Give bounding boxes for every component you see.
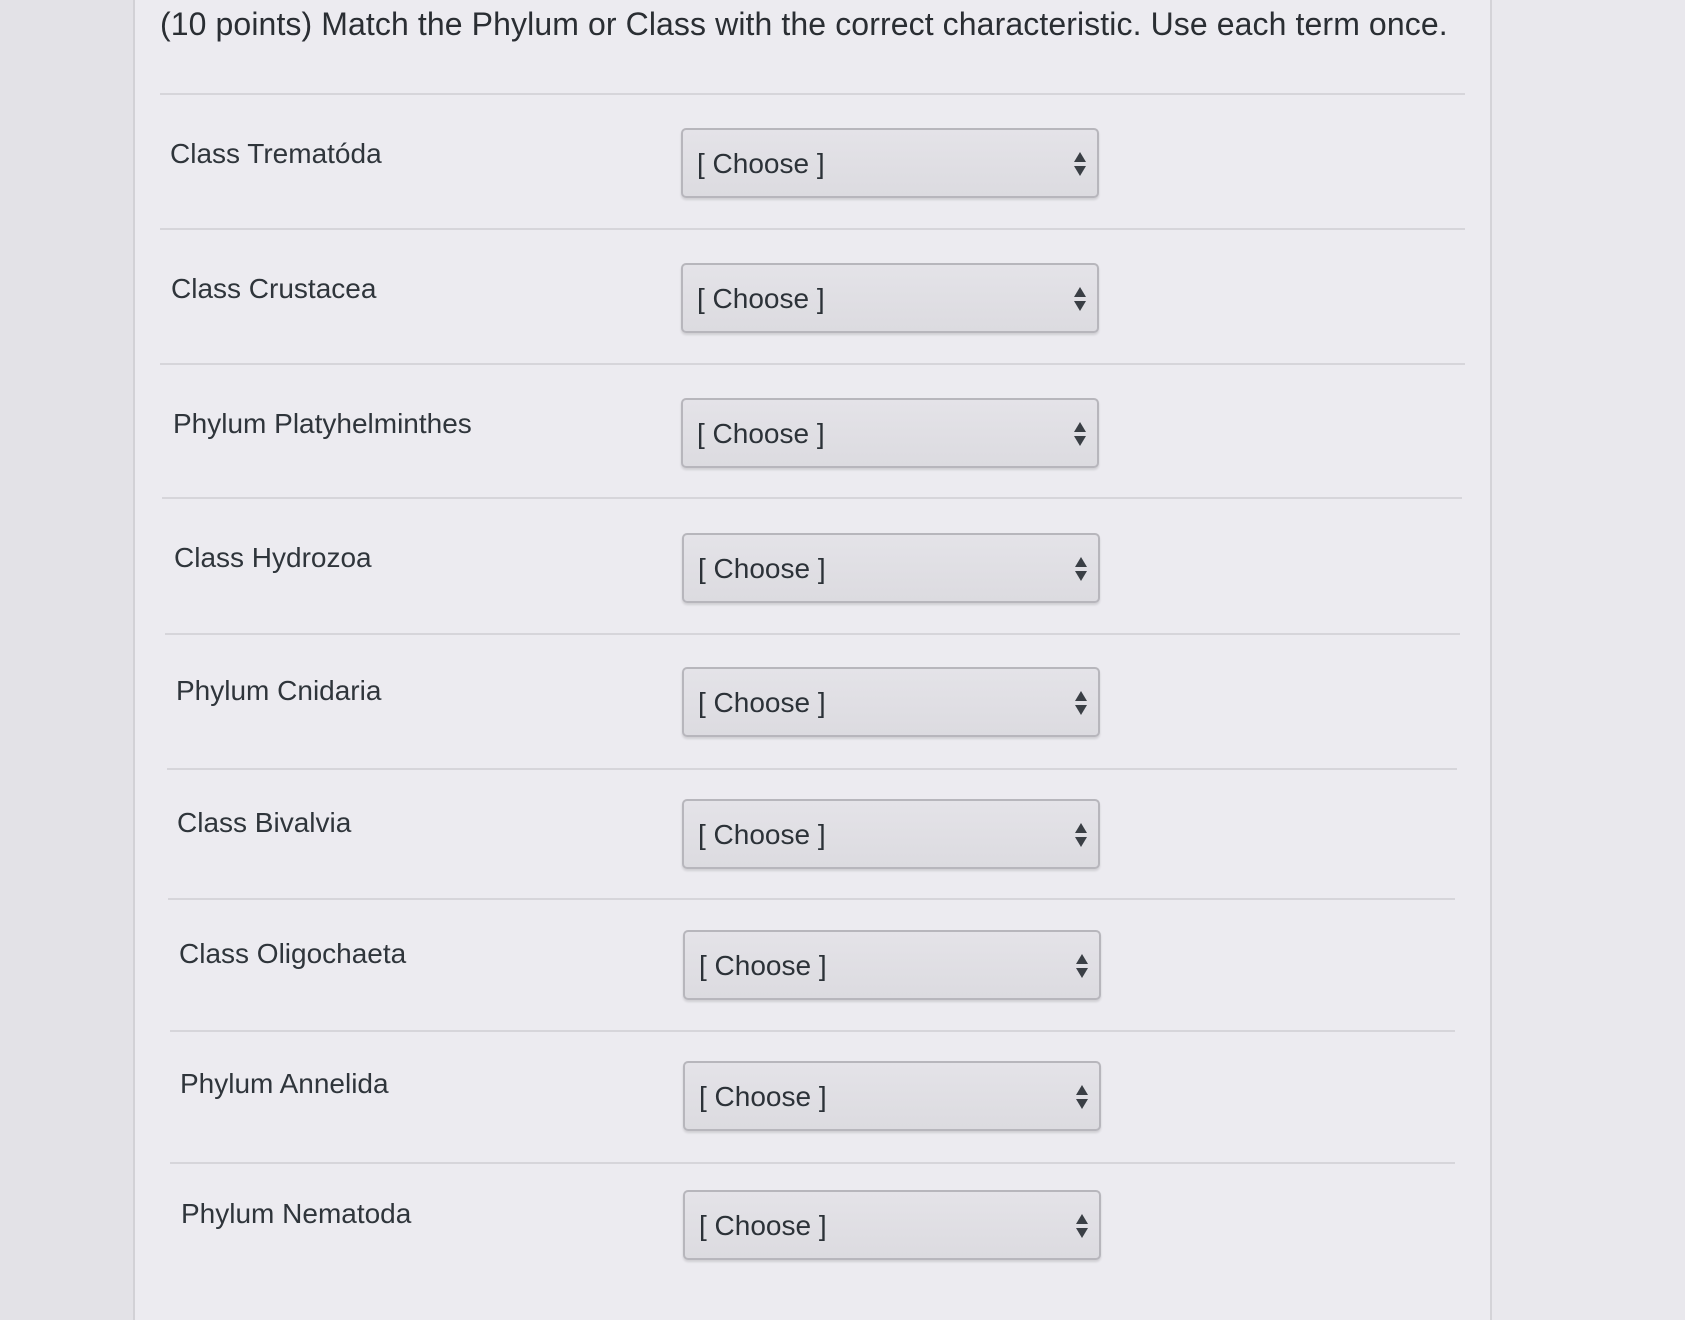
select-value: [ Choose ] xyxy=(699,1210,827,1241)
answer-select[interactable]: [ Choose ] xyxy=(683,1061,1101,1131)
left-gutter xyxy=(0,0,135,1320)
answer-select[interactable]: [ Choose ] xyxy=(682,533,1100,603)
sort-arrows-icon xyxy=(1075,823,1087,847)
term-label: Phylum Cnidaria xyxy=(176,675,382,706)
term-label: Phylum Nematoda xyxy=(181,1198,412,1229)
term-label: Phylum Platyhelminthes xyxy=(173,408,472,439)
sort-arrows-icon xyxy=(1074,422,1086,446)
sort-arrows-icon xyxy=(1074,152,1086,176)
answer-select[interactable]: [ Choose ] xyxy=(681,398,1099,468)
term-label: Class Oligochaeta xyxy=(179,938,407,969)
sort-arrows-icon xyxy=(1075,691,1087,715)
divider xyxy=(168,898,1455,900)
divider xyxy=(170,1030,1455,1032)
term-label: Class Crustacea xyxy=(171,273,377,304)
question-text: (10 points) Match the Phylum or Class wi… xyxy=(160,6,1448,42)
sort-arrows-icon xyxy=(1076,1085,1088,1109)
select-value: [ Choose ] xyxy=(698,687,826,718)
right-gutter xyxy=(1490,0,1685,1320)
divider xyxy=(160,93,1465,95)
answer-select[interactable]: [ Choose ] xyxy=(683,1190,1101,1260)
select-value: [ Choose ] xyxy=(697,148,825,179)
divider xyxy=(167,768,1457,770)
sort-arrows-icon xyxy=(1076,954,1088,978)
answer-select[interactable]: [ Choose ] xyxy=(681,128,1099,198)
select-value: [ Choose ] xyxy=(699,1081,827,1112)
select-value: [ Choose ] xyxy=(697,283,825,314)
answer-select[interactable]: [ Choose ] xyxy=(682,799,1100,869)
answer-select[interactable]: [ Choose ] xyxy=(682,667,1100,737)
term-label: Class Hydrozoa xyxy=(174,542,372,573)
sort-arrows-icon xyxy=(1076,1214,1088,1238)
select-value: [ Choose ] xyxy=(697,418,825,449)
divider xyxy=(162,497,1462,499)
sort-arrows-icon xyxy=(1074,287,1086,311)
divider xyxy=(170,1162,1455,1164)
select-value: [ Choose ] xyxy=(699,950,827,981)
divider xyxy=(160,228,1465,230)
term-label: Class Bivalvia xyxy=(177,807,352,838)
divider xyxy=(160,363,1465,365)
sort-arrows-icon xyxy=(1075,557,1087,581)
term-label: Class Trematóda xyxy=(170,138,382,169)
select-value: [ Choose ] xyxy=(698,553,826,584)
answer-select[interactable]: [ Choose ] xyxy=(681,263,1099,333)
select-value: [ Choose ] xyxy=(698,819,826,850)
answer-select[interactable]: [ Choose ] xyxy=(683,930,1101,1000)
divider xyxy=(165,633,1460,635)
term-label: Phylum Annelida xyxy=(180,1068,389,1099)
